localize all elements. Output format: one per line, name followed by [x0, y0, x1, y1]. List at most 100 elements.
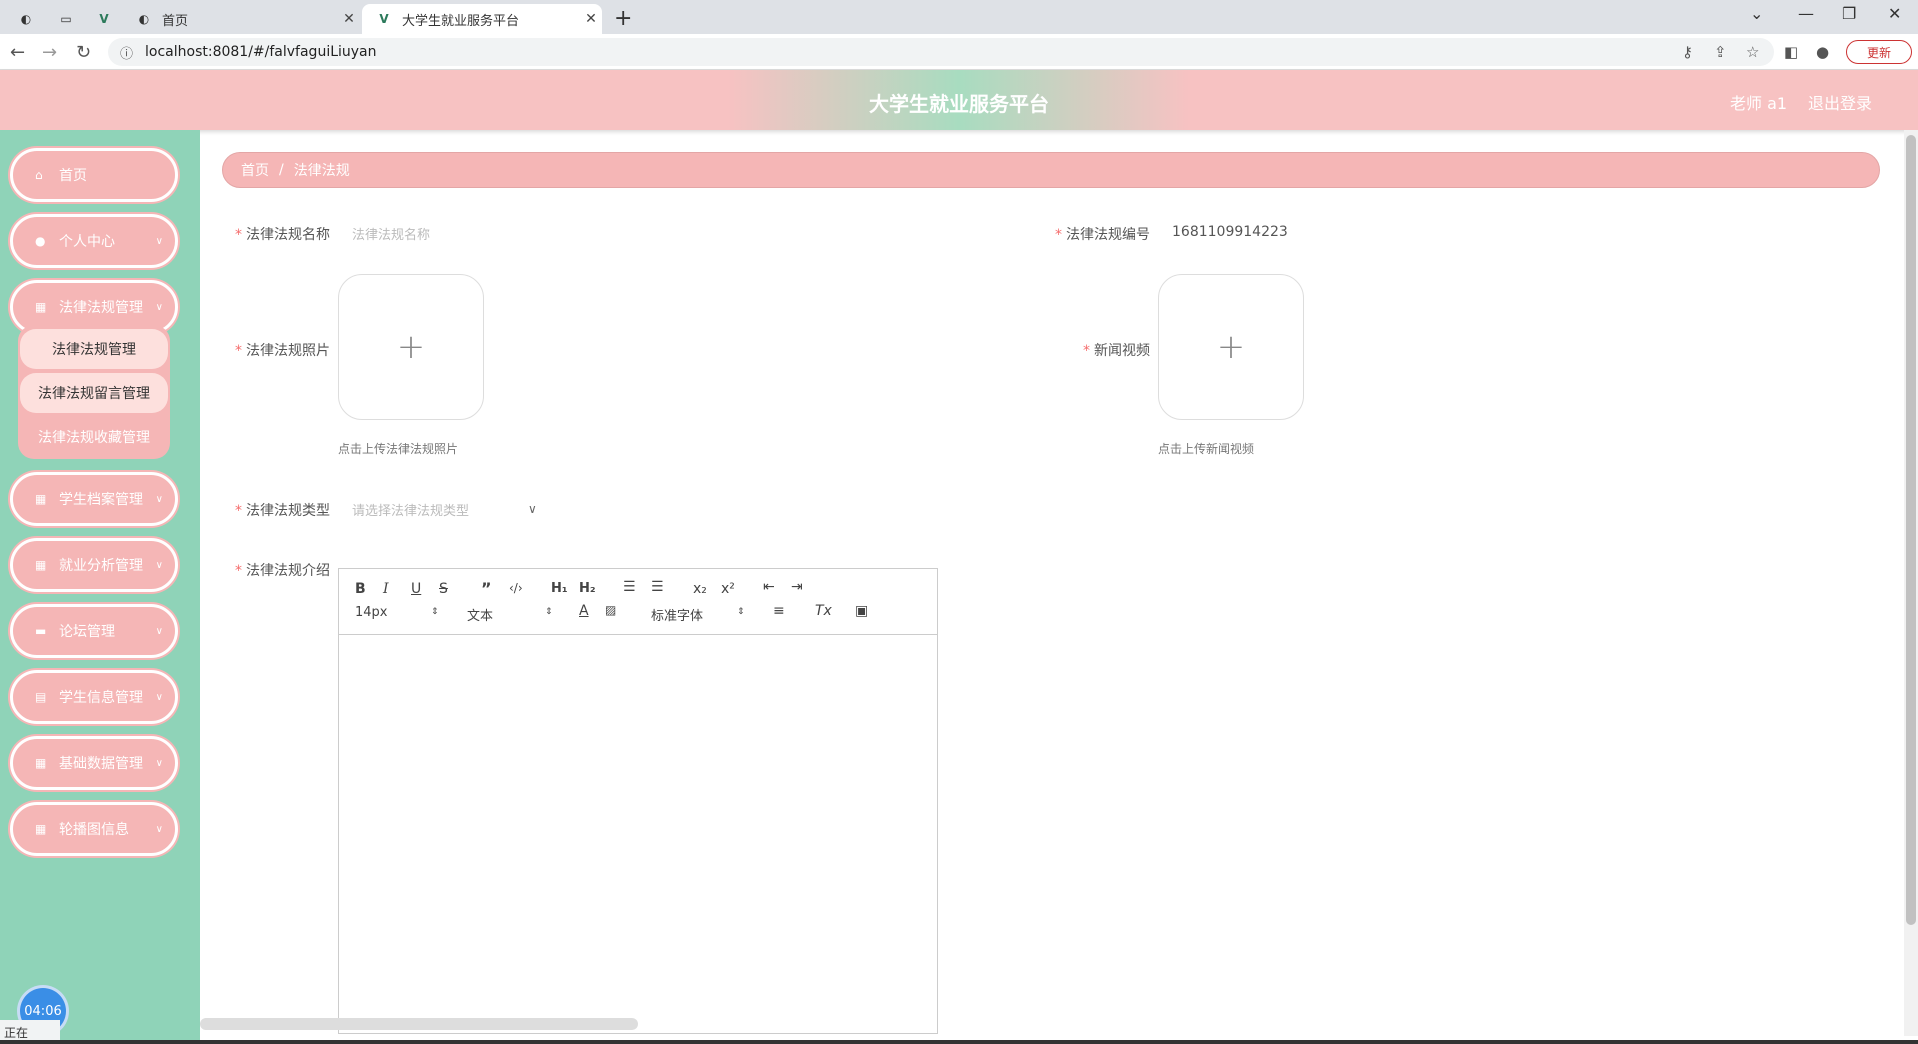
- globe-icon: ◐: [138, 12, 150, 26]
- chevron-down-icon: ∨: [155, 691, 163, 703]
- h1-icon[interactable]: H₁: [551, 581, 568, 596]
- chevron-down-icon: ∨: [155, 235, 163, 247]
- profile-icon[interactable]: ●: [1816, 43, 1829, 61]
- close-window-icon[interactable]: ✕: [1888, 4, 1901, 23]
- sidebar-item-student-info[interactable]: ▤ 学生信息管理 ∨: [10, 670, 178, 724]
- sidebar-item-forum[interactable]: ▬ 论坛管理 ∨: [10, 604, 178, 658]
- submenu-laws-favorites[interactable]: 法律法规收藏管理: [20, 417, 168, 457]
- user-icon: ●: [35, 234, 46, 248]
- quote-icon[interactable]: ”: [481, 579, 492, 598]
- pinned-tab[interactable]: ▭: [52, 4, 80, 34]
- app-title: 大学生就业服务平台: [869, 92, 1049, 116]
- sidebar-item-profile[interactable]: ● 个人中心 ∨: [10, 214, 178, 268]
- pinned-tab[interactable]: ◐: [12, 4, 40, 34]
- sidebar-item-carousel[interactable]: ▦ 轮播图信息 ∨: [10, 802, 178, 856]
- sidebar-item-label: 首页: [59, 168, 87, 184]
- star-icon[interactable]: ☆: [1746, 43, 1759, 61]
- plus-icon: +: [1216, 327, 1246, 367]
- monitor-icon: ▬: [35, 624, 47, 638]
- align-icon[interactable]: ≡: [773, 603, 785, 619]
- sidebar-item-label: 论坛管理: [59, 624, 115, 640]
- bullet-list-icon[interactable]: ☰: [651, 579, 664, 595]
- sidebar-item-label: 个人中心: [59, 234, 115, 250]
- submenu-laws-manage[interactable]: 法律法规管理: [20, 329, 168, 369]
- reload-icon[interactable]: ↻: [76, 42, 91, 63]
- bold-icon[interactable]: B: [355, 581, 366, 597]
- outdent-icon[interactable]: ⇤: [763, 579, 775, 595]
- laws-submenu: 法律法规管理 法律法规留言管理 法律法规收藏管理: [18, 325, 170, 459]
- photo-hint: 点击上传法律法规照片: [338, 442, 459, 456]
- close-icon[interactable]: ✕: [338, 11, 360, 27]
- video-label: * 新闻视频: [1083, 343, 1150, 359]
- font-size-select[interactable]: 14px: [355, 605, 388, 620]
- sidebar-item-basic-data[interactable]: ▦ 基础数据管理 ∨: [10, 736, 178, 790]
- video-uploader[interactable]: +: [1158, 274, 1304, 420]
- underline-icon[interactable]: U: [411, 581, 421, 597]
- name-input[interactable]: 法律法规名称: [352, 224, 430, 243]
- header-select[interactable]: 文本: [467, 605, 493, 624]
- sidebar-item-label: 学生信息管理: [59, 690, 143, 706]
- code-icon[interactable]: ‹/›: [509, 581, 523, 595]
- scrollbar-thumb[interactable]: [1906, 135, 1916, 925]
- submenu-laws-comments[interactable]: 法律法规留言管理: [20, 373, 168, 413]
- plus-icon: +: [396, 327, 426, 367]
- horizontal-scrollbar[interactable]: [200, 1018, 638, 1030]
- h2-icon[interactable]: H₂: [579, 581, 596, 596]
- sidebar-item-home[interactable]: ⌂ 首页: [10, 148, 178, 202]
- share-icon[interactable]: ⇪: [1714, 43, 1727, 61]
- logout-link[interactable]: 退出登录: [1808, 90, 1872, 114]
- type-label: * 法律法规类型: [235, 503, 330, 519]
- clipboard-icon: ▤: [35, 690, 47, 704]
- photo-uploader[interactable]: +: [338, 274, 484, 420]
- text-color-icon[interactable]: A: [579, 603, 589, 619]
- page-icon: ▭: [60, 12, 72, 26]
- forward-icon[interactable]: →: [42, 42, 57, 63]
- tab-active[interactable]: V 大学生就业服务平台 ✕: [362, 4, 602, 34]
- close-icon[interactable]: ✕: [580, 11, 602, 27]
- subscript-icon[interactable]: x₂: [693, 581, 707, 597]
- superscript-icon[interactable]: x²: [721, 581, 735, 597]
- grid-icon: ▦: [35, 492, 47, 506]
- type-select[interactable]: 请选择法律法规类型: [352, 500, 469, 519]
- new-tab-icon[interactable]: +: [614, 6, 632, 31]
- rich-text-editor: B I U S ” ‹/› H₁ H₂ ☰ ☰ x₂ x² ⇤ ⇥ 14px ⇕…: [338, 568, 938, 1034]
- breadcrumb: 首页 / 法律法规: [222, 152, 1880, 188]
- url-field[interactable]: ⓘ localhost:8081/#/falvfaguiLiuyan: [108, 38, 1774, 66]
- key-icon[interactable]: ⚷: [1682, 43, 1693, 61]
- chevron-down-icon[interactable]: ⌄: [1750, 4, 1763, 23]
- breadcrumb-separator: /: [279, 162, 284, 178]
- update-button[interactable]: 更新: [1846, 40, 1912, 64]
- updown-icon: ⇕: [737, 607, 745, 617]
- tab-title: 首页: [162, 13, 189, 29]
- sidebar: ⌂ 首页 ● 个人中心 ∨ ▦ 法律法规管理 ∨ 法律法规管理 法律法规留言管理…: [0, 130, 200, 1044]
- clear-format-icon[interactable]: Tx: [815, 603, 832, 619]
- minimize-icon[interactable]: —: [1798, 4, 1814, 23]
- updown-icon: ⇕: [545, 607, 553, 617]
- breadcrumb-home[interactable]: 首页: [241, 160, 269, 180]
- sidepanel-icon[interactable]: ◧: [1784, 43, 1798, 61]
- restore-icon[interactable]: ❐: [1842, 4, 1856, 23]
- ordered-list-icon[interactable]: ☰: [623, 579, 636, 595]
- sidebar-item-label: 就业分析管理: [59, 558, 143, 574]
- grid-icon: ▦: [35, 756, 47, 770]
- italic-icon[interactable]: I: [383, 581, 389, 597]
- vue-icon: V: [99, 12, 109, 26]
- font-select[interactable]: 标准字体: [651, 605, 703, 624]
- address-bar: ← → ↻ ⓘ localhost:8081/#/falvfaguiLiuyan…: [0, 34, 1918, 70]
- code-input[interactable]: 1681109914223: [1172, 224, 1288, 240]
- indent-icon[interactable]: ⇥: [791, 579, 803, 595]
- sidebar-item-student-files[interactable]: ▦ 学生档案管理 ∨: [10, 472, 178, 526]
- background-color-icon[interactable]: ▨: [605, 603, 616, 617]
- chevron-down-icon: ∨: [155, 823, 163, 835]
- sidebar-item-employment-analysis[interactable]: ▦ 就业分析管理 ∨: [10, 538, 178, 592]
- editor-content[interactable]: [339, 635, 937, 1033]
- strike-icon[interactable]: S: [439, 581, 448, 597]
- chevron-down-icon[interactable]: ∨: [528, 502, 537, 516]
- pinned-tab[interactable]: V: [90, 4, 118, 34]
- tab-title: 大学生就业服务平台: [402, 13, 520, 29]
- image-icon[interactable]: ▣: [855, 603, 868, 619]
- tab-home[interactable]: ◐ 首页 ✕: [124, 4, 360, 34]
- back-icon[interactable]: ←: [10, 42, 25, 63]
- sidebar-item-label: 基础数据管理: [59, 756, 143, 772]
- url-text: localhost:8081/#/falvfaguiLiuyan: [145, 44, 377, 60]
